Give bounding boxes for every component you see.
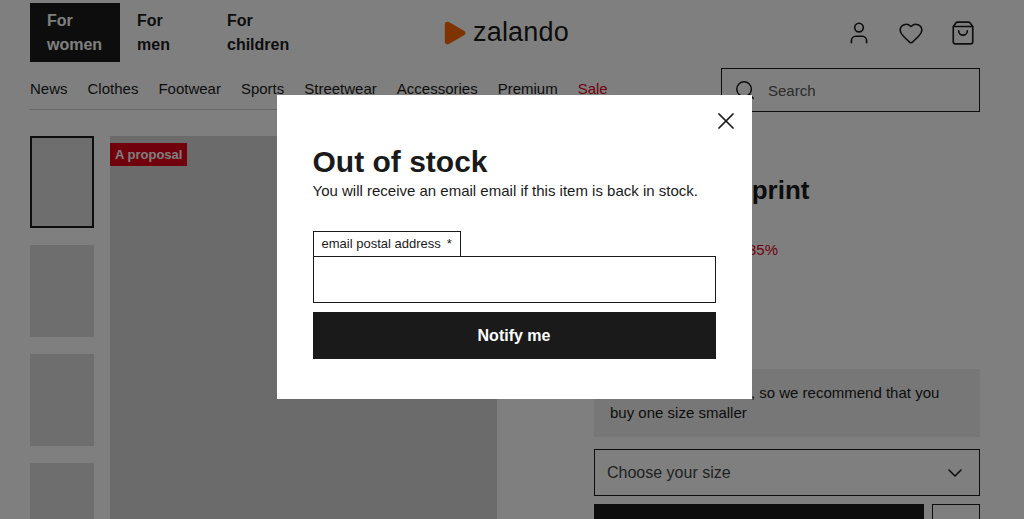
- out-of-stock-dialog: Out of stockYou will receive an email em…: [277, 95, 752, 399]
- dialog-title: Out of stock: [313, 145, 716, 179]
- notify-button[interactable]: Notify me: [313, 312, 716, 359]
- email-label: email postal address*: [313, 231, 461, 256]
- close-button[interactable]: [710, 105, 742, 137]
- close-icon: [712, 107, 740, 135]
- modal-backdrop[interactable]: Out of stockYou will receive an email em…: [0, 0, 1024, 519]
- dialog-message: You will receive an email email if this …: [313, 181, 716, 201]
- email-input[interactable]: [313, 256, 716, 303]
